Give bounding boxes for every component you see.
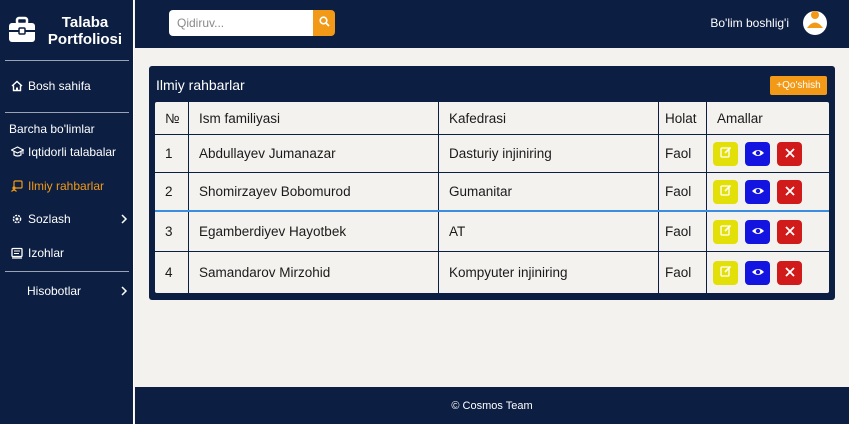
eye-icon — [751, 265, 765, 280]
table-row: 2 Shomirzayev Bobomurod Gumanitar Faol — [155, 173, 829, 212]
footer: © Cosmos Team — [135, 387, 849, 424]
delete-button[interactable] — [777, 179, 802, 204]
sidebar-item-label: Ilmiy rahbarlar — [28, 179, 105, 193]
view-button[interactable] — [745, 260, 770, 285]
row-number: 1 — [155, 135, 189, 172]
sidebar-divider — [5, 60, 129, 61]
user-role-label: Bo'lim boshlig'i — [710, 16, 789, 30]
row-department: AT — [439, 212, 659, 251]
sidebar-item-label: Bosh sahifa — [28, 79, 91, 93]
user-icon — [803, 11, 827, 35]
column-header-name: Ism familiyasi — [189, 102, 439, 134]
table-row: 1 Abdullayev Jumanazar Dasturiy injiniri… — [155, 135, 829, 173]
table-header: № Ism familiyasi Kafedrasi Holat Amallar — [155, 102, 829, 135]
sidebar: Talaba Portfoliosi Bosh sahifa Barcha bo… — [0, 0, 134, 424]
column-header-department: Kafedrasi — [439, 102, 659, 134]
edit-icon — [719, 265, 732, 280]
row-actions — [707, 252, 829, 293]
sidebar-item-label: Iqtidorli talabalar — [28, 145, 117, 159]
close-icon — [784, 146, 795, 161]
eye-icon — [751, 146, 765, 161]
row-status: Faol — [659, 135, 707, 172]
brand[interactable]: Talaba Portfoliosi — [0, 0, 134, 60]
chevron-right-icon — [120, 284, 130, 298]
edit-button[interactable] — [713, 141, 738, 166]
footer-text: © Cosmos Team — [451, 399, 533, 412]
edit-icon — [719, 184, 732, 199]
eye-icon — [751, 224, 765, 239]
sidebar-item-notes[interactable]: Izohlar — [10, 243, 130, 263]
row-status: Faol — [659, 212, 707, 251]
add-button[interactable]: +Qo'shish — [770, 76, 827, 95]
row-number: 4 — [155, 252, 189, 293]
brand-line2: Portfoliosi — [47, 31, 123, 48]
row-status: Faol — [659, 173, 707, 210]
row-actions — [707, 212, 829, 251]
sidebar-item-label: Hisobotlar — [27, 284, 82, 298]
row-status: Faol — [659, 252, 707, 293]
home-icon — [10, 79, 24, 93]
search-bar — [169, 10, 335, 36]
row-actions — [707, 135, 829, 172]
page-title: Ilmiy rahbarlar — [156, 77, 245, 93]
supervisors-icon — [10, 179, 24, 193]
row-number: 3 — [155, 212, 189, 251]
search-icon — [318, 14, 330, 32]
graduation-cap-icon — [10, 145, 24, 159]
row-number: 2 — [155, 173, 189, 210]
row-name: Shomirzayev Bobomurod — [189, 173, 439, 210]
edit-icon — [719, 224, 732, 239]
row-department: Kompyuter injiniring — [439, 252, 659, 293]
edit-button[interactable] — [713, 179, 738, 204]
close-icon — [784, 224, 795, 239]
view-button[interactable] — [745, 179, 770, 204]
supervisors-table: № Ism familiyasi Kafedrasi Holat Amallar… — [155, 102, 829, 293]
sidebar-item-reports[interactable]: Hisobotlar — [10, 281, 130, 301]
sidebar-section-label: Barcha bo'limlar — [9, 122, 95, 136]
row-name: Abdullayev Jumanazar — [189, 135, 439, 172]
sidebar-item-talented-students[interactable]: Iqtidorli talabalar — [10, 142, 130, 162]
edit-button[interactable] — [713, 260, 738, 285]
sidebar-item-home[interactable]: Bosh sahifa — [10, 76, 130, 96]
close-icon — [784, 265, 795, 280]
avatar[interactable] — [803, 11, 827, 35]
briefcase-icon — [8, 16, 36, 44]
edit-button[interactable] — [713, 219, 738, 244]
brand-line1: Talaba — [61, 14, 109, 31]
sidebar-item-supervisors[interactable]: Ilmiy rahbarlar — [10, 176, 130, 196]
view-button[interactable] — [745, 141, 770, 166]
delete-button[interactable] — [777, 260, 802, 285]
row-actions — [707, 173, 829, 210]
delete-button[interactable] — [777, 141, 802, 166]
notes-icon — [10, 246, 24, 260]
view-button[interactable] — [745, 219, 770, 244]
row-department: Gumanitar — [439, 173, 659, 210]
table-row: 3 Egamberdiyev Hayotbek AT Faol — [155, 212, 829, 252]
sidebar-item-label: Sozlash — [28, 212, 71, 226]
edit-icon — [719, 146, 732, 161]
sidebar-item-settings[interactable]: Sozlash — [10, 209, 130, 229]
delete-button[interactable] — [777, 219, 802, 244]
close-icon — [784, 184, 795, 199]
row-name: Samandarov Mirzohid — [189, 252, 439, 293]
column-header-number: № — [155, 102, 189, 134]
row-name: Egamberdiyev Hayotbek — [189, 212, 439, 251]
supervisors-panel: Ilmiy rahbarlar +Qo'shish № Ism familiya… — [149, 66, 835, 300]
column-header-status: Holat — [659, 102, 707, 134]
search-input[interactable] — [169, 10, 314, 36]
chevron-right-icon — [120, 212, 130, 226]
topbar: Bo'lim boshlig'i — [135, 0, 849, 48]
sidebar-divider — [5, 271, 129, 272]
gear-icon — [10, 212, 24, 226]
sidebar-item-label: Izohlar — [28, 246, 65, 260]
table-row: 4 Samandarov Mirzohid Kompyuter injiniri… — [155, 252, 829, 293]
search-button[interactable] — [313, 10, 335, 36]
sidebar-divider — [5, 112, 129, 113]
row-department: Dasturiy injiniring — [439, 135, 659, 172]
eye-icon — [751, 184, 765, 199]
column-header-actions: Amallar — [717, 110, 763, 126]
